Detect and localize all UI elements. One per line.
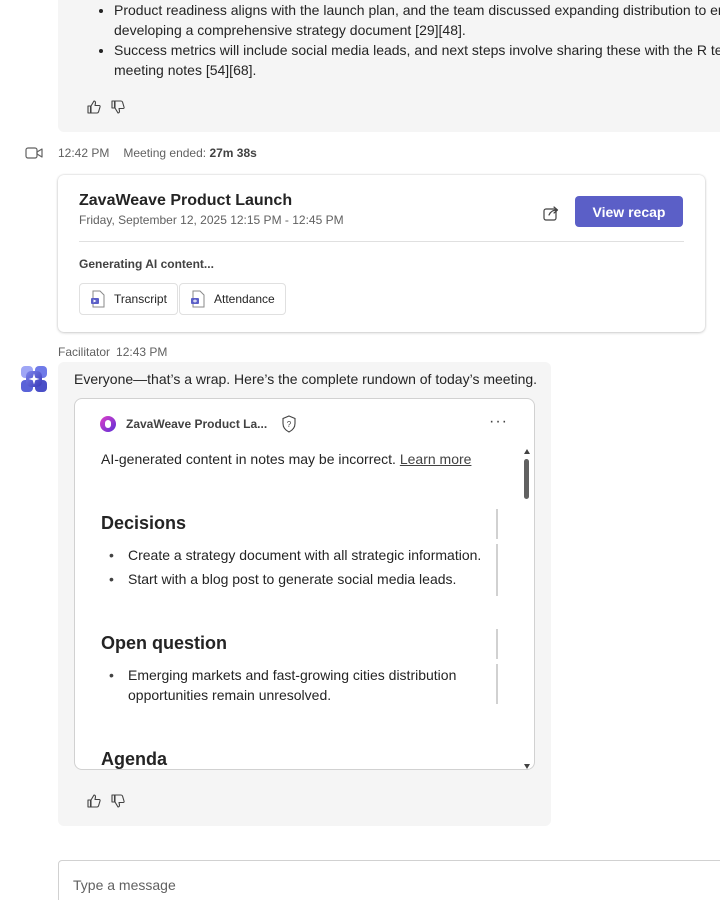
bullet-text-line: Product readiness aligns with the launch… <box>114 2 720 18</box>
facilitator-message-text: Everyone—that’s a wrap. Here’s the compl… <box>74 371 538 387</box>
attendance-file-icon <box>191 290 205 308</box>
list-item: Success metrics will include social medi… <box>114 40 720 80</box>
list-item: Create a strategy document with all stra… <box>109 545 481 565</box>
list-item: Product readiness aligns with the launch… <box>114 0 720 40</box>
list-item: Start with a blog post to generate socia… <box>109 569 481 589</box>
thumbs-down-icon[interactable] <box>110 793 126 809</box>
section-heading-agenda: Agenda <box>101 749 168 769</box>
generating-status: Generating AI content... <box>79 257 214 271</box>
bullet-text-line: developing a comprehensive strategy docu… <box>114 22 466 38</box>
loop-logo-icon <box>100 416 116 432</box>
share-icon[interactable] <box>542 204 560 222</box>
decisions-list: Create a strategy document with all stra… <box>109 545 481 593</box>
section-heading-open-question: Open question <box>101 633 227 653</box>
bullet-text-line: Success metrics will include social medi… <box>114 42 720 58</box>
meeting-title[interactable]: ZavaWeave Product Launch <box>79 192 292 210</box>
facilitator-header: Facilitator 12:43 PM <box>58 345 167 359</box>
list-item: Emerging markets and fast-growing cities… <box>109 665 469 705</box>
disclaimer-text: AI-generated content in notes may be inc… <box>101 451 396 467</box>
bullet-text-line: meeting notes [54][68]. <box>114 62 257 78</box>
transcript-file-icon <box>91 290 105 308</box>
transcript-label: Transcript <box>114 292 167 306</box>
scroll-down-arrow-icon[interactable] <box>524 764 530 769</box>
view-recap-button[interactable]: View recap <box>575 196 683 227</box>
thumbs-up-icon[interactable] <box>86 793 102 809</box>
meeting-card: ZavaWeave Product Launch Friday, Septemb… <box>58 175 705 332</box>
sender-name: Facilitator <box>58 345 111 359</box>
divider <box>496 509 498 539</box>
ai-disclaimer: AI-generated content in notes may be inc… <box>101 451 471 467</box>
thumbs-down-icon[interactable] <box>110 99 126 115</box>
divider <box>496 544 498 596</box>
message-time: 12:43 PM <box>116 345 168 359</box>
loop-header: ZavaWeave Product La... ? <box>99 415 297 433</box>
divider <box>496 629 498 659</box>
thumbs-up-icon[interactable] <box>86 99 102 115</box>
transcript-chip[interactable]: Transcript <box>79 283 178 315</box>
scroll-up-arrow-icon[interactable] <box>524 449 530 454</box>
compose-placeholder[interactable]: Type a message <box>73 877 176 893</box>
scroll-thumb[interactable] <box>524 459 529 499</box>
meeting-date: Friday, September 12, 2025 12:15 PM - 12… <box>79 213 344 227</box>
scrollbar[interactable] <box>524 449 530 769</box>
learn-more-link[interactable]: Learn more <box>400 451 472 467</box>
video-camera-icon <box>25 147 43 159</box>
divider <box>496 664 498 704</box>
reaction-bar <box>86 793 126 809</box>
message-compose-box[interactable]: Type a message <box>58 860 720 900</box>
meeting-ended-row: 12:42 PM Meeting ended: 27m 38s <box>25 143 257 163</box>
meeting-ended-label: Meeting ended: <box>123 146 207 160</box>
reaction-bar <box>86 99 126 115</box>
section-heading-decisions: Decisions <box>101 513 187 533</box>
loop-title[interactable]: ZavaWeave Product La... <box>126 417 267 431</box>
meeting-duration: 27m 38s <box>209 146 257 160</box>
attendance-chip[interactable]: Attendance <box>179 283 286 315</box>
previous-message-bubble: Product readiness aligns with the launch… <box>58 0 720 132</box>
shield-icon[interactable]: ? <box>281 415 297 433</box>
divider <box>79 241 684 242</box>
attendance-label: Attendance <box>214 292 275 306</box>
facilitator-message-bubble: Everyone—that’s a wrap. Here’s the compl… <box>58 362 551 826</box>
more-options-icon[interactable]: ··· <box>489 413 508 431</box>
open-question-list: Emerging markets and fast-growing cities… <box>109 665 469 709</box>
loop-component-card: ZavaWeave Product La... ? ··· AI-generat… <box>74 398 535 770</box>
meeting-ended-time: 12:42 PM <box>58 146 110 160</box>
facilitator-avatar[interactable] <box>20 365 48 393</box>
svg-text:?: ? <box>287 420 292 429</box>
